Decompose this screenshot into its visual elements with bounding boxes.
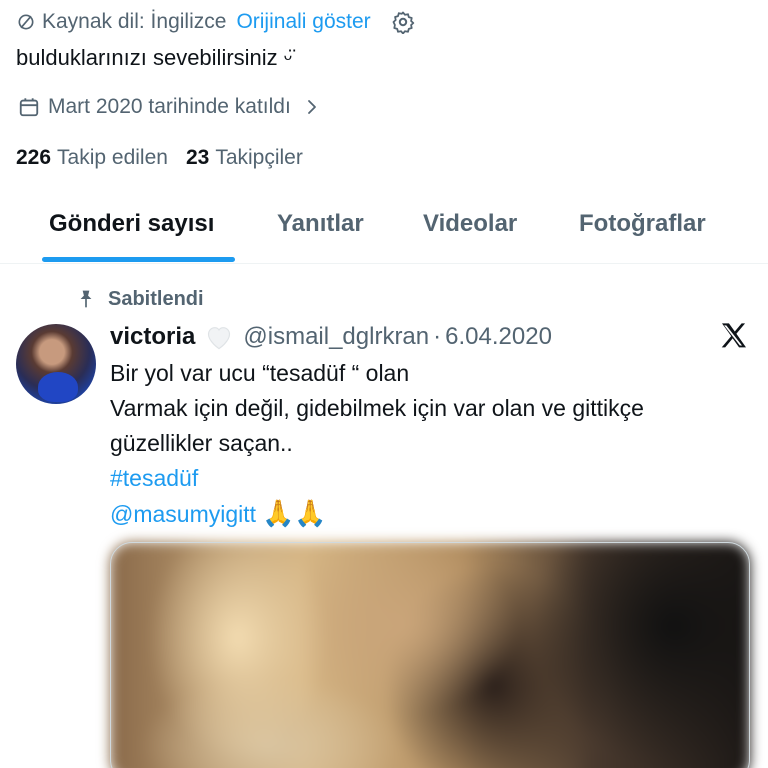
translation-row: Kaynak dil: İngilizce Orijinali göster	[16, 8, 415, 36]
tweet-date[interactable]: 6.04.2020	[445, 323, 552, 351]
white-heart-icon	[208, 327, 231, 350]
joined-date-row[interactable]: Mart 2020 tarihinde katıldı	[18, 93, 321, 121]
source-language-label: Kaynak dil: İngilizce	[42, 10, 227, 33]
gear-icon[interactable]	[391, 10, 415, 34]
mention-link[interactable]: @masumyigitt	[110, 501, 256, 527]
pinned-indicator: Sabitlendi	[76, 286, 204, 312]
followers-label[interactable]: Takipçiler	[215, 146, 303, 170]
profile-bio: bulduklarınızı sevebilirsiniz ᵕ̈	[16, 45, 293, 70]
tweet-text: Bir yol var ucu “tesadüf “ olan Varmak i…	[110, 356, 750, 532]
profile-page: Kaynak dil: İngilizce Orijinali göster b…	[0, 0, 768, 768]
follow-stats: 226 Takip edilen 23 Takipçiler	[16, 144, 303, 172]
tab-videos[interactable]: Videolar	[423, 210, 517, 238]
hashtag-link[interactable]: #tesadüf	[110, 461, 750, 496]
tab-replies[interactable]: Yanıtlar	[277, 210, 364, 238]
author-handle[interactable]: @ismail_dglrkran	[243, 323, 429, 351]
followers-count[interactable]: 23	[186, 146, 209, 170]
tweet-author-row: victoria @ismail_dglrkran · 6.04.2020	[110, 322, 552, 352]
tweet-media-frame	[110, 542, 750, 768]
author-name[interactable]: victoria	[110, 323, 195, 351]
show-original-link[interactable]: Orijinali göster	[236, 10, 370, 34]
tweet-line: güzellikler saçan..	[110, 430, 293, 456]
avatar[interactable]	[16, 324, 96, 404]
profile-tabs: Gönderi sayısı Yanıtlar Videolar Fotoğra…	[0, 196, 768, 264]
joined-date-label: Mart 2020 tarihinde katıldı	[48, 95, 291, 118]
separator-dot: ·	[433, 323, 442, 350]
following-label[interactable]: Takip edilen	[57, 146, 168, 170]
pinned-label: Sabitlendi	[108, 287, 204, 310]
pin-icon	[80, 290, 92, 308]
tweet-line: Bir yol var ucu “tesadüf “ olan	[110, 360, 410, 386]
calendar-icon	[19, 98, 39, 117]
tab-photos[interactable]: Fotoğraflar	[579, 210, 706, 238]
tab-posts[interactable]: Gönderi sayısı	[49, 210, 214, 238]
tweet-line: Varmak için değil, gidebilmek için var o…	[110, 395, 644, 421]
chevron-right-icon	[307, 100, 316, 114]
active-tab-indicator	[42, 257, 235, 262]
following-count[interactable]: 226	[16, 146, 51, 170]
globe-slash-icon	[18, 14, 34, 30]
praying-hands-emoji: 🙏🙏	[262, 498, 327, 528]
x-logo-icon	[721, 323, 746, 348]
